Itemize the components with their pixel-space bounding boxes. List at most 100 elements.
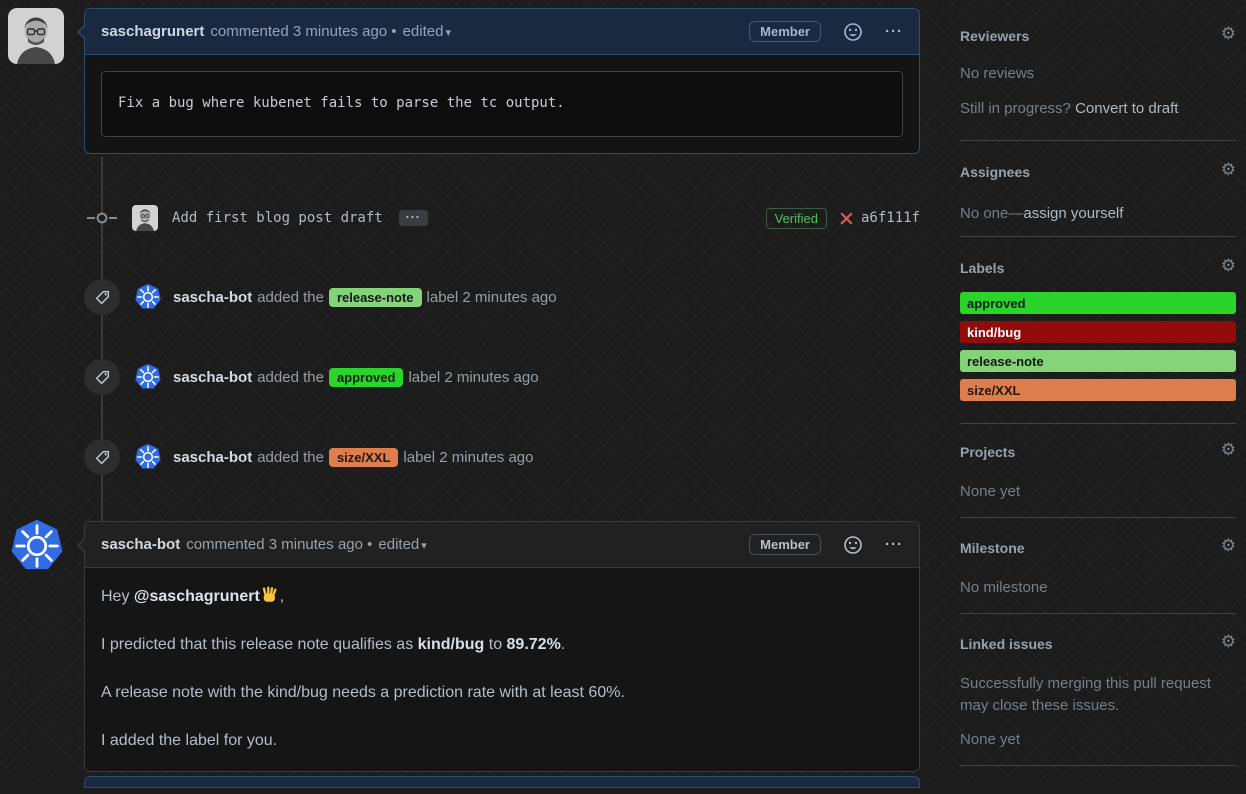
commit-message-link[interactable]: Add first blog post draft — [172, 210, 383, 226]
gear-icon[interactable]: ⚙ — [1221, 162, 1236, 179]
sidebar-section-milestone: Milestone ⚙ No milestone — [960, 540, 1236, 599]
label-chip[interactable]: size/XXL — [960, 379, 1236, 401]
expand-commit-button[interactable]: ··· — [399, 210, 428, 226]
avatar[interactable] — [8, 8, 64, 64]
event-time-text: label 2 minutes ago — [403, 449, 533, 466]
sidebar-section-linked-issues: Linked issues⚙ Successfully merging this… — [960, 636, 1236, 751]
avatar[interactable] — [134, 443, 162, 471]
gear-icon[interactable]: ⚙ — [1221, 538, 1236, 555]
section-title: Projects — [960, 444, 1015, 460]
chevron-down-icon: ▾ — [445, 27, 451, 39]
label-chip[interactable]: approved — [329, 368, 404, 387]
code-block: Fix a bug where kubenet fails to parse t… — [101, 71, 903, 137]
event-author-link[interactable]: sascha-bot — [173, 449, 252, 466]
label-chip[interactable]: release-note — [329, 288, 422, 307]
gear-icon[interactable]: ⚙ — [1221, 26, 1236, 43]
section-title: Reviewers — [960, 28, 1029, 44]
event-author-link[interactable]: sascha-bot — [173, 369, 252, 386]
comment-paragraph: Hey @saschagrunert, — [101, 585, 903, 608]
add-reaction-button[interactable] — [843, 22, 863, 42]
commit-sha-link[interactable]: a6f111f — [861, 210, 920, 226]
portrait-photo — [132, 205, 158, 231]
comment-timestamp: commented 3 minutes ago • — [186, 536, 372, 553]
comment-author-link[interactable]: sascha-bot — [101, 536, 180, 553]
git-commit-icon — [84, 210, 120, 226]
kebab-menu-button[interactable]: ··· — [885, 23, 903, 40]
label-chip[interactable]: size/XXL — [329, 448, 398, 467]
sidebar-section-labels: Labels ⚙ approved kind/bug release-note s… — [960, 260, 1236, 408]
timeline-event: sascha-bot added the approved label 2 mi… — [84, 359, 920, 395]
kubernetes-logo — [134, 283, 162, 311]
bubble-caret — [79, 24, 87, 40]
comment-author-link[interactable]: saschagrunert — [101, 23, 204, 40]
next-comment-partial — [84, 776, 920, 788]
kebab-menu-button[interactable]: ··· — [885, 536, 903, 553]
event-action-text: added the — [257, 369, 324, 386]
projects-empty-text: None yet — [960, 481, 1236, 503]
gear-icon[interactable]: ⚙ — [1221, 634, 1236, 651]
label-chip[interactable]: kind/bug — [960, 321, 1236, 343]
event-author-link[interactable]: sascha-bot — [173, 289, 252, 306]
comment-body: Fix a bug where kubenet fails to parse t… — [85, 55, 919, 153]
comment-header: sascha-bot commented 3 minutes ago • edi… — [85, 522, 919, 568]
member-badge: Member — [749, 534, 821, 555]
sidebar-divider — [960, 236, 1236, 237]
comment-body: Hey @saschagrunert, I predicted that thi… — [85, 568, 919, 794]
milestone-empty-text: No milestone — [960, 577, 1236, 599]
comment-paragraph: I added the label for you. — [101, 729, 903, 752]
wave-emoji — [261, 586, 279, 604]
sidebar-section-projects: Projects ⚙ None yet — [960, 444, 1236, 503]
avatar[interactable] — [132, 205, 158, 231]
label-chip[interactable]: approved — [960, 292, 1236, 314]
avatar[interactable] — [134, 363, 162, 391]
reviewers-empty-text: No reviews — [960, 63, 1236, 85]
tag-icon — [84, 439, 120, 475]
kubernetes-logo — [9, 518, 65, 574]
sidebar-divider — [960, 613, 1236, 614]
sidebar-divider — [960, 517, 1236, 518]
reviewers-hint: Still in progress? Convert to draft — [960, 98, 1236, 120]
section-title: Labels — [960, 260, 1004, 276]
tag-icon — [84, 279, 120, 315]
mention-link[interactable]: @saschagrunert — [134, 588, 260, 605]
event-time-text: label 2 minutes ago — [408, 369, 538, 386]
chevron-down-icon: ▾ — [421, 540, 427, 552]
kubernetes-logo — [134, 363, 162, 391]
gear-icon[interactable]: ⚙ — [1221, 258, 1236, 275]
sidebar-divider — [960, 140, 1236, 141]
edited-dropdown[interactable]: edited▾ — [403, 23, 451, 40]
verified-badge[interactable]: Verified — [766, 208, 827, 229]
add-reaction-button[interactable] — [843, 535, 863, 555]
comment-paragraph: I predicted that this release note quali… — [101, 633, 903, 656]
timeline-event: sascha-bot added the release-note label … — [84, 279, 920, 315]
assign-yourself-link[interactable]: assign yourself — [1023, 205, 1123, 222]
sidebar-section-assignees: Assignees ⚙ No one—assign yourself — [960, 164, 1236, 225]
section-title: Milestone — [960, 540, 1025, 556]
comment-paragraph: A release note with the kind/bug needs a… — [101, 681, 903, 704]
sidebar: Reviewers ⚙ No reviews Still in progress?… — [960, 0, 1236, 780]
section-title: Assignees — [960, 164, 1030, 180]
event-time-text: label 2 minutes ago — [427, 289, 557, 306]
sidebar-section-reviewers: Reviewers ⚙ No reviews Still in progress?… — [960, 28, 1236, 120]
bubble-caret — [79, 537, 87, 553]
edited-dropdown[interactable]: edited▾ — [378, 536, 426, 553]
timeline-event: sascha-bot added the size/XXL label 2 mi… — [84, 439, 920, 475]
smiley-icon — [843, 22, 863, 42]
commit-row: Add first blog post draft ··· Verified a… — [84, 200, 920, 236]
comment-timestamp: commented 3 minutes ago • — [210, 23, 396, 40]
event-action-text: added the — [257, 289, 324, 306]
status-failed-icon[interactable] — [839, 211, 854, 226]
pr-conversation-page: saschagrunert commented 3 minutes ago • … — [0, 0, 1246, 780]
sidebar-divider — [960, 423, 1236, 424]
section-title: Linked issues — [960, 636, 1053, 652]
gear-icon[interactable]: ⚙ — [1221, 442, 1236, 459]
assignees-empty-text: No one—assign yourself — [960, 203, 1236, 225]
avatar[interactable] — [9, 518, 65, 574]
label-chip[interactable]: release-note — [960, 350, 1236, 372]
member-badge: Member — [749, 21, 821, 42]
avatar[interactable] — [134, 283, 162, 311]
convert-to-draft-link[interactable]: Convert to draft — [1075, 100, 1178, 117]
linked-issues-empty-text: None yet — [960, 729, 1236, 751]
comment-header: saschagrunert commented 3 minutes ago • … — [85, 9, 919, 55]
kubernetes-logo — [134, 443, 162, 471]
